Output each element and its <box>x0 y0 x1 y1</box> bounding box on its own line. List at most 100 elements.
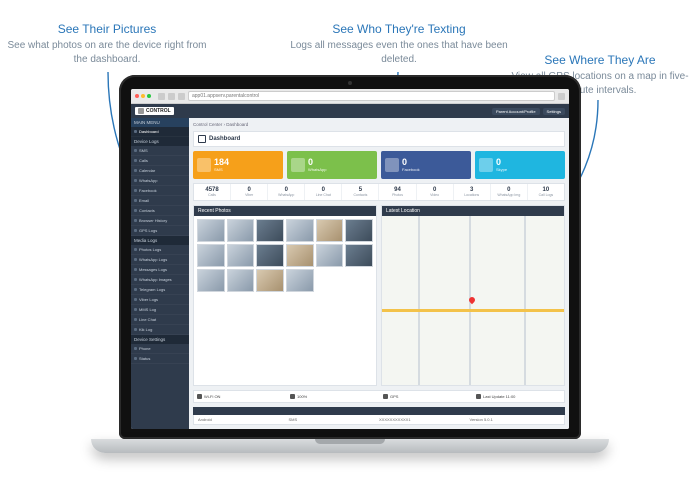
card-value: 0 <box>496 158 507 167</box>
stat-cell[interactable]: 94Photos <box>379 184 416 200</box>
status-text: Last Update 11:00 <box>483 394 515 399</box>
photo-thumbnail[interactable] <box>286 244 314 267</box>
device-info-cell: Android <box>198 417 289 422</box>
sidebar-group[interactable]: Device Settings <box>131 335 189 344</box>
photo-thumbnail[interactable] <box>197 269 225 292</box>
sidebar-item[interactable]: Calls <box>131 156 189 166</box>
sidebar-item[interactable]: SMS <box>131 146 189 156</box>
callout-title: See Their Pictures <box>2 22 212 36</box>
main-content: Control Center › Dashboard Dashboard 184… <box>189 118 569 429</box>
summary-card[interactable]: 0Skype <box>475 151 565 179</box>
photo-thumbnail[interactable] <box>316 219 344 242</box>
photo-thumbnail[interactable] <box>316 244 344 267</box>
page-title-text: Dashboard <box>209 136 240 142</box>
stat-label: WhatsApp <box>268 193 304 197</box>
device-info-cell: Version 5.0.1 <box>470 417 561 422</box>
callout-texting: See Who They're Texting Logs all message… <box>284 22 514 66</box>
sidebar-item[interactable]: Telegram Logs <box>131 285 189 295</box>
card-icon <box>291 158 305 172</box>
sidebar-group[interactable]: Media Logs <box>131 236 189 245</box>
sidebar-item[interactable]: Kik Log <box>131 325 189 335</box>
sidebar-item[interactable]: Email <box>131 196 189 206</box>
photo-thumbnail[interactable] <box>227 269 255 292</box>
stat-cell[interactable]: 10Call Logs <box>528 184 564 200</box>
status-text: Wi-Fi ON <box>204 394 220 399</box>
laptop-base <box>91 439 609 453</box>
panel-latest-location: Latest Location <box>381 205 565 386</box>
laptop-mockup: app01.appserv.parentalcontrol CONTROL Pa… <box>119 75 581 453</box>
panel-recent-photos: Recent Photos <box>193 205 377 386</box>
sidebar-item[interactable]: WhatsApp Logs <box>131 255 189 265</box>
sidebar-item[interactable]: Phone <box>131 344 189 354</box>
photo-thumbnail[interactable] <box>256 269 284 292</box>
status-wifi: Wi-Fi ON <box>197 394 282 399</box>
card-value: 0 <box>308 158 326 167</box>
summary-cards: 184SMS0WhatsApp0Facebook0Skype <box>193 151 565 179</box>
callout-desc: Logs all messages even the ones that hav… <box>284 39 514 66</box>
back-icon[interactable] <box>158 93 165 100</box>
reload-icon[interactable] <box>178 93 185 100</box>
page-title: Dashboard <box>193 131 565 147</box>
photo-thumbnail[interactable] <box>227 244 255 267</box>
stat-cell[interactable]: 5Contacts <box>342 184 379 200</box>
stat-cell[interactable]: 0Video <box>417 184 454 200</box>
photo-thumbnail[interactable] <box>227 219 255 242</box>
sidebar-item[interactable]: Messages Logs <box>131 265 189 275</box>
sidebar-item-dashboard[interactable]: Dashboard <box>131 127 189 137</box>
map-widget[interactable] <box>382 216 564 385</box>
sidebar-item[interactable]: WhatsApp <box>131 176 189 186</box>
app-topbar: CONTROL Parent Account/Profile Settings <box>131 104 569 118</box>
panel-header: Recent Photos <box>194 206 376 216</box>
sidebar-group[interactable]: Device Logs <box>131 137 189 146</box>
summary-card[interactable]: 0Facebook <box>381 151 471 179</box>
photo-thumbnail[interactable] <box>256 219 284 242</box>
panel-header: Latest Location <box>382 206 564 216</box>
forward-icon[interactable] <box>168 93 175 100</box>
stat-label: Line Chat <box>305 193 341 197</box>
sidebar-item[interactable]: Status <box>131 354 189 364</box>
photo-thumbnail[interactable] <box>197 244 225 267</box>
stat-cell[interactable]: 0WhatsApp Img <box>491 184 528 200</box>
stat-cell[interactable]: 3Locations <box>454 184 491 200</box>
status-text: GPS <box>390 394 398 399</box>
sidebar-item[interactable]: Contacts <box>131 206 189 216</box>
window-controls[interactable] <box>135 94 151 98</box>
stat-cell[interactable]: 0WhatsApp <box>268 184 305 200</box>
sidebar-item[interactable]: WhatsApp Images <box>131 275 189 285</box>
account-button[interactable]: Parent Account/Profile <box>492 108 540 115</box>
sidebar-item[interactable]: Viber Logs <box>131 295 189 305</box>
device-info-cell: SMS <box>289 417 380 422</box>
summary-card[interactable]: 0WhatsApp <box>287 151 377 179</box>
status-text: 100% <box>297 394 307 399</box>
stat-cell[interactable]: 0Line Chat <box>305 184 342 200</box>
settings-button[interactable]: Settings <box>543 108 565 115</box>
sidebar-item[interactable]: Browser History <box>131 216 189 226</box>
sidebar-item[interactable]: Facebook <box>131 186 189 196</box>
sidebar-item[interactable]: Calendar <box>131 166 189 176</box>
address-bar[interactable]: app01.appserv.parentalcontrol <box>188 91 555 101</box>
stat-cell[interactable]: 0Viber <box>231 184 268 200</box>
stat-cell[interactable]: 4578Calls <box>194 184 231 200</box>
sidebar-item[interactable]: MMS Log <box>131 305 189 315</box>
sidebar-item[interactable]: GPS Logs <box>131 226 189 236</box>
card-label: WhatsApp <box>308 167 326 172</box>
photo-thumbnail[interactable] <box>197 219 225 242</box>
app-logo[interactable]: CONTROL <box>135 107 174 115</box>
card-label: Skype <box>496 167 507 172</box>
photo-thumbnail[interactable] <box>345 219 373 242</box>
card-icon <box>479 158 493 172</box>
photo-thumbnail[interactable] <box>345 244 373 267</box>
stat-label: Locations <box>454 193 490 197</box>
photo-thumbnail[interactable] <box>256 244 284 267</box>
sidebar-item[interactable]: Line Chat <box>131 315 189 325</box>
stat-label: Contacts <box>342 193 378 197</box>
photo-thumbnail[interactable] <box>286 269 314 292</box>
status-updated: Last Update 11:00 <box>476 394 561 399</box>
menu-icon[interactable] <box>558 93 565 100</box>
photo-thumbnail[interactable] <box>286 219 314 242</box>
summary-card[interactable]: 184SMS <box>193 151 283 179</box>
sidebar-item[interactable]: Photos Logs <box>131 245 189 255</box>
photo-grid <box>197 219 373 292</box>
status-gps: GPS <box>383 394 468 399</box>
callout-title: See Who They're Texting <box>284 22 514 36</box>
